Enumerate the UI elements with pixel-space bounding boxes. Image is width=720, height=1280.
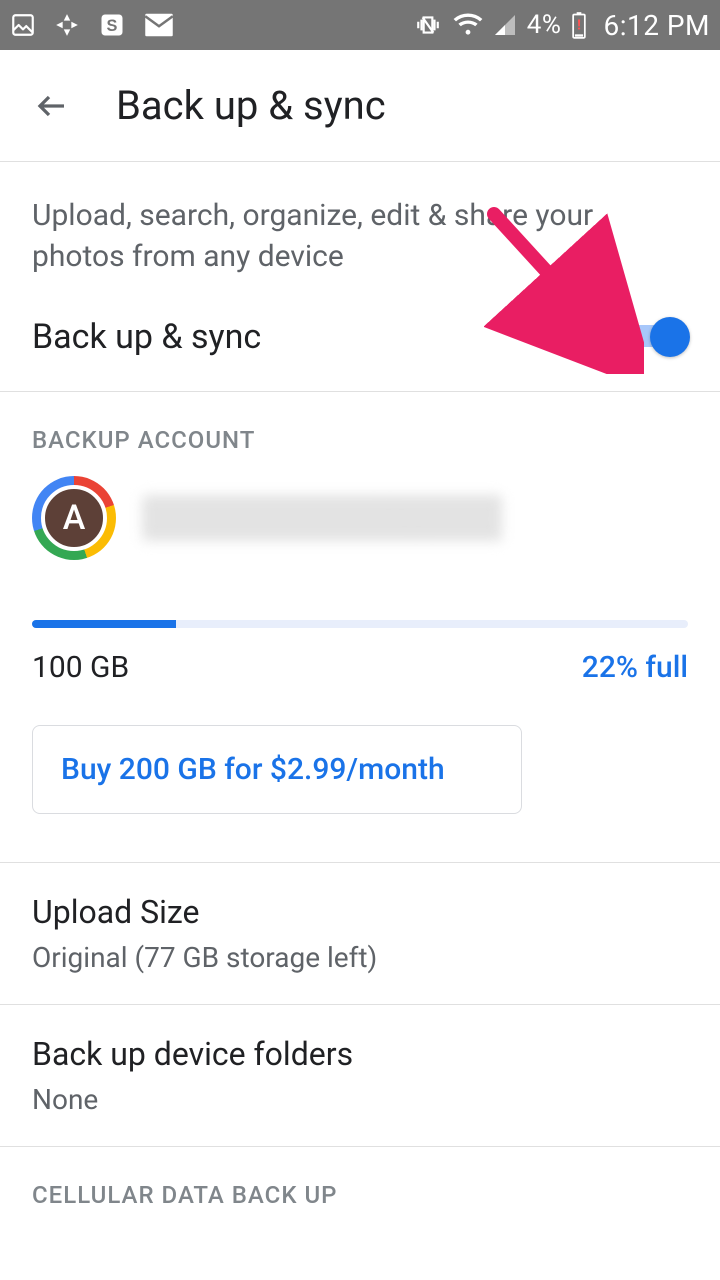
backup-account-row[interactable]: A [0, 472, 720, 594]
storage-meta: 100 GB 22% full [32, 650, 688, 685]
intro-text: Upload, search, organize, edit & share y… [32, 196, 688, 277]
status-left-icons: S [10, 11, 174, 39]
device-folders-subtitle: None [32, 1083, 688, 1116]
storage-progress-fill [32, 620, 176, 628]
app-bar: Back up & sync [0, 50, 720, 162]
account-email-redacted [142, 495, 502, 541]
battery-icon: ! [571, 11, 587, 39]
backup-sync-toggle-row[interactable]: Back up & sync [0, 317, 720, 392]
svg-text:!: ! [578, 18, 582, 34]
battery-percent: 4% [527, 10, 562, 40]
toggle-thumb [650, 317, 690, 357]
upload-size-item[interactable]: Upload Size Original (77 GB storage left… [0, 863, 720, 1005]
upload-size-subtitle: Original (77 GB storage left) [32, 941, 688, 974]
device-folders-title: Back up device folders [32, 1035, 688, 1073]
wifi-icon [453, 13, 483, 37]
back-button[interactable] [28, 82, 76, 130]
upload-size-title: Upload Size [32, 893, 688, 931]
svg-text:S: S [107, 17, 118, 35]
image-icon [10, 12, 36, 38]
cell-signal-icon [493, 13, 517, 37]
intro-section: Upload, search, organize, edit & share y… [0, 162, 720, 317]
buy-storage-button[interactable]: Buy 200 GB for $2.99/month [32, 725, 522, 814]
backup-sync-toggle[interactable] [622, 319, 688, 355]
status-right: 4% ! 6:12 PM [413, 9, 710, 42]
device-folders-item[interactable]: Back up device folders None [0, 1005, 720, 1147]
cellular-data-header: CELLULAR DATA BACK UP [0, 1147, 720, 1219]
storage-total: 100 GB [32, 650, 129, 685]
backup-account-header: BACKUP ACCOUNT [0, 392, 720, 472]
backup-sync-toggle-label: Back up & sync [32, 317, 261, 357]
storage-block: 100 GB 22% full [0, 594, 720, 725]
app-notification-icon: S [98, 11, 126, 39]
vibrate-icon [413, 12, 443, 38]
status-bar: S 4% ! 6:12 PM [0, 0, 720, 50]
avatar: A [32, 476, 116, 560]
photos-icon [54, 12, 80, 38]
avatar-letter: A [41, 485, 107, 551]
status-time: 6:12 PM [603, 9, 710, 42]
storage-progress [32, 620, 688, 628]
storage-percent: 22% full [582, 650, 688, 685]
arrow-left-icon [34, 88, 70, 124]
page-title: Back up & sync [116, 82, 386, 129]
gmail-icon [144, 12, 174, 38]
